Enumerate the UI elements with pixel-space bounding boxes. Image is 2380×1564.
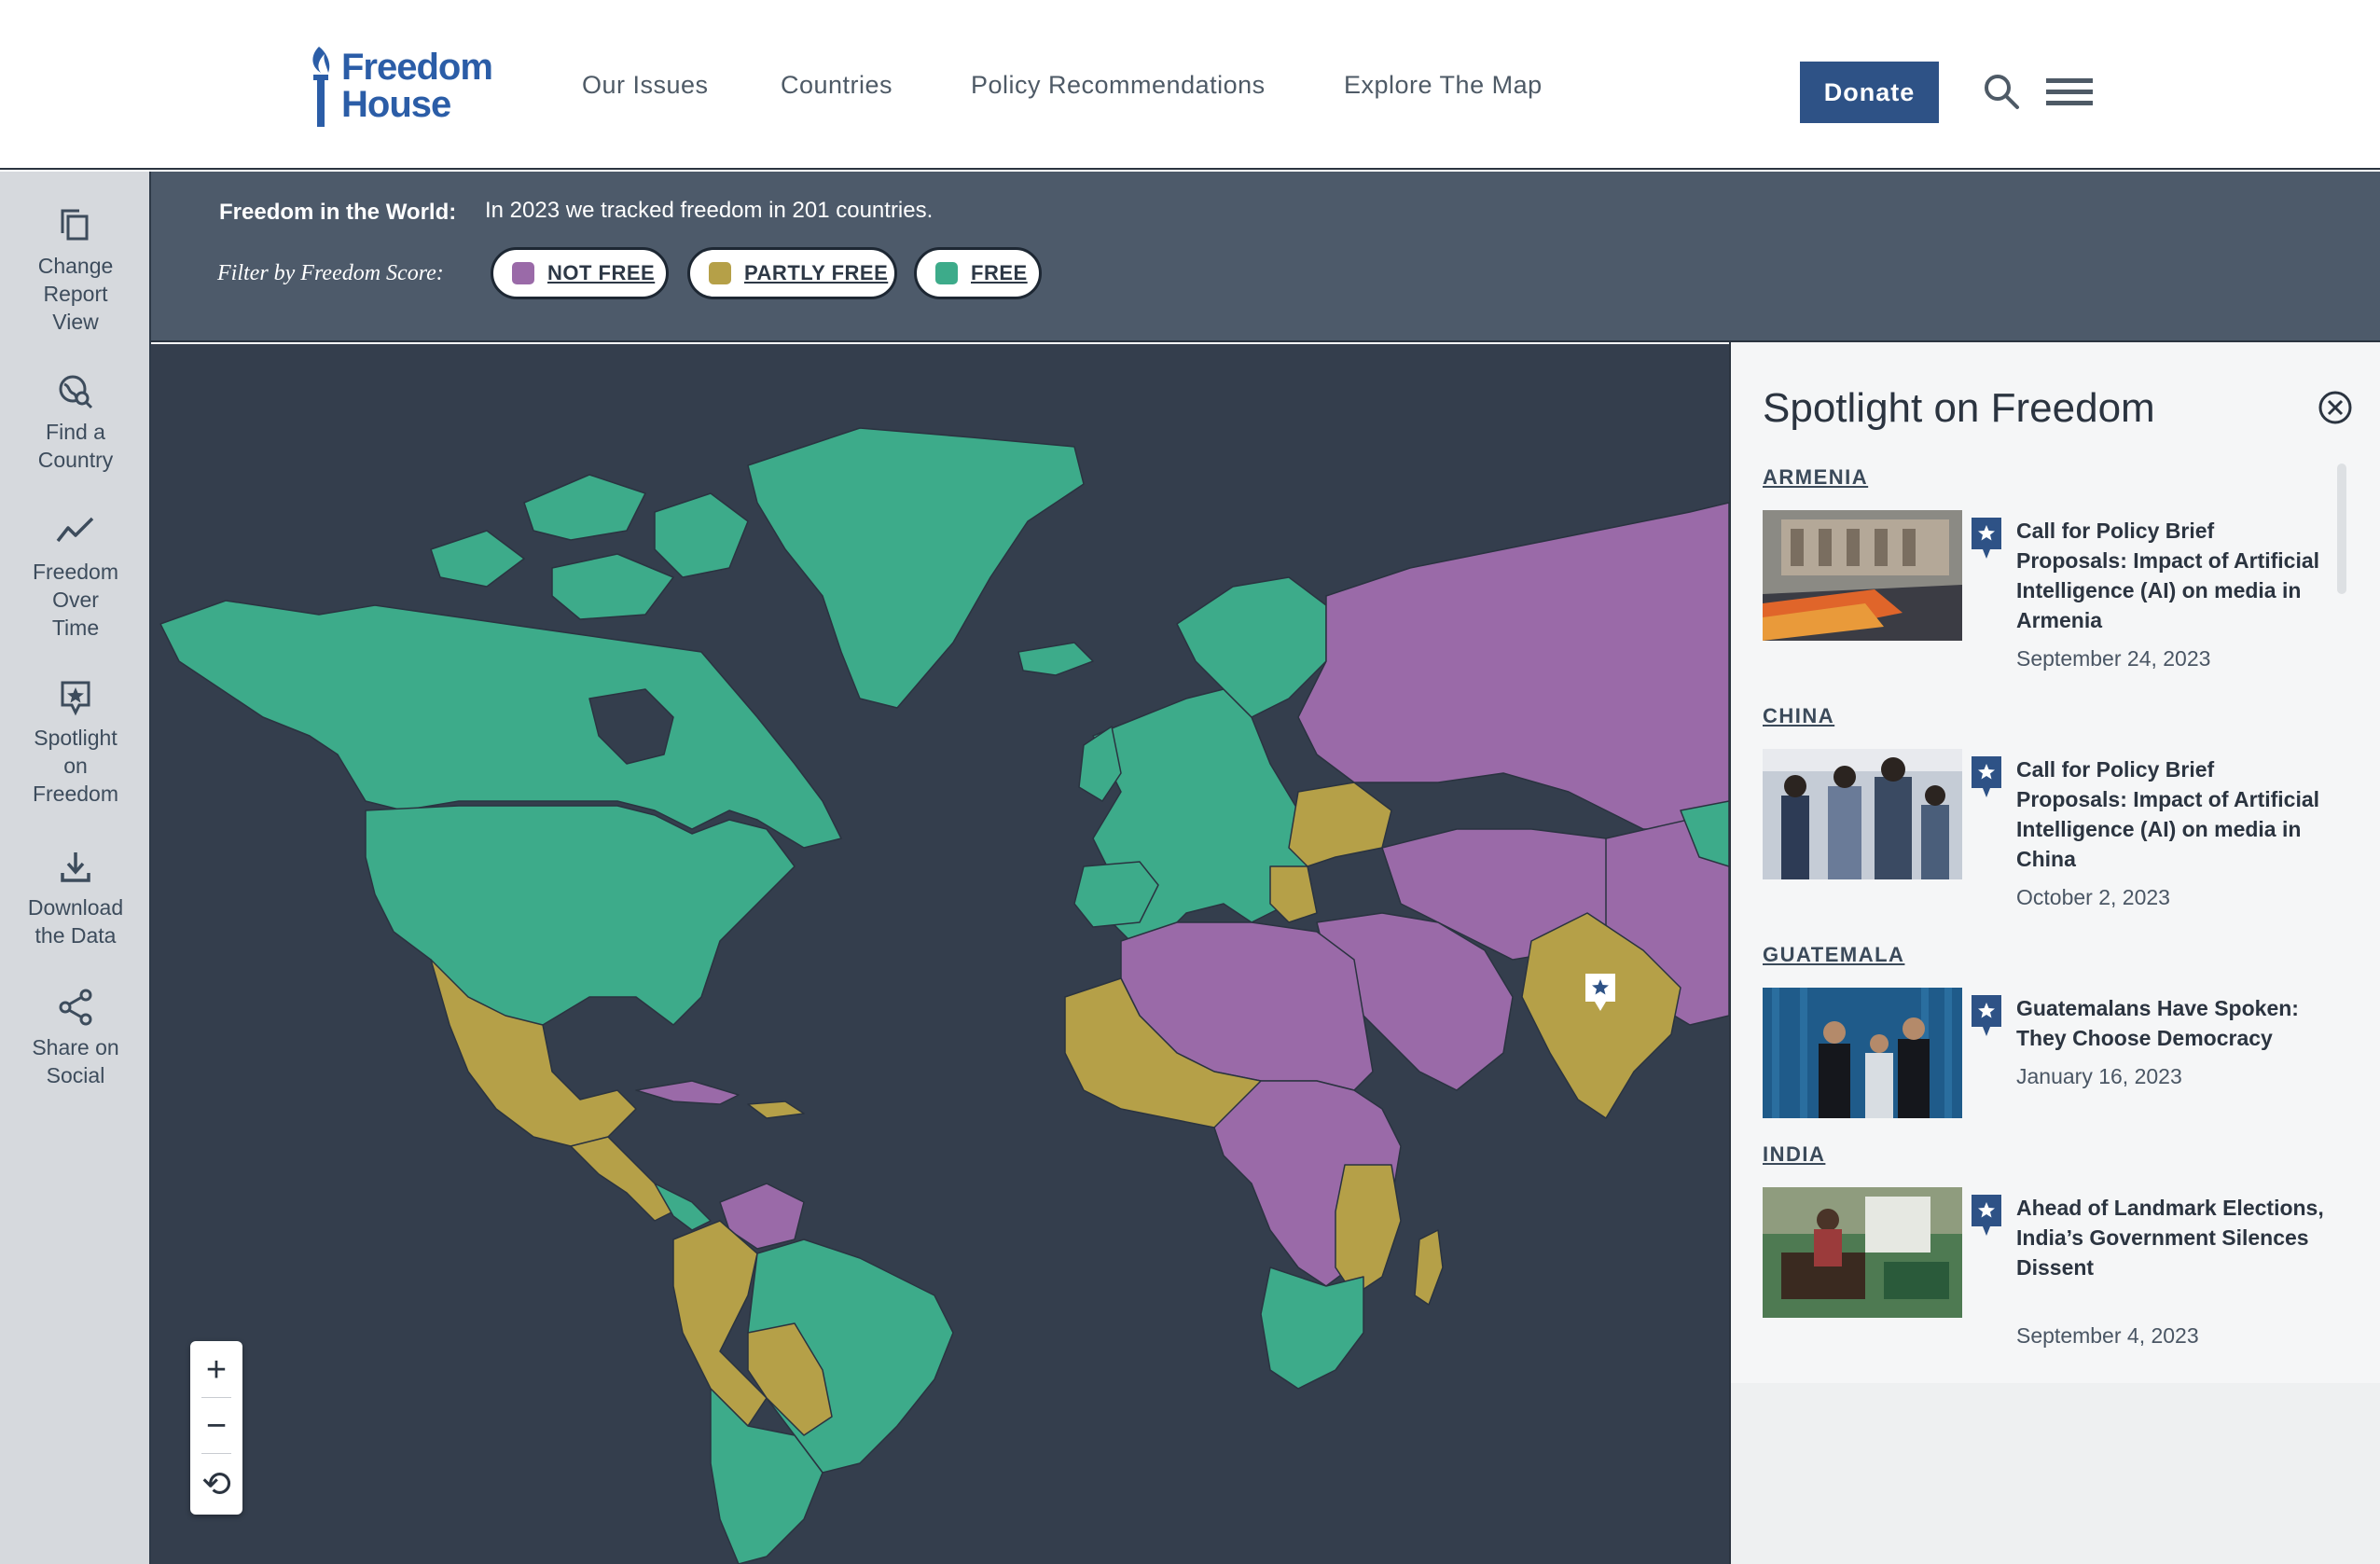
world-map-svg[interactable] <box>151 344 1729 1564</box>
tool-label: Spotlight on Freedom <box>32 726 119 806</box>
freedom-house-logo[interactable]: Freedom House <box>306 43 511 132</box>
spotlight-article-title[interactable]: Call for Policy Brief Proposals: Impact … <box>2016 516 2324 635</box>
panel-footer-area <box>1731 1383 2380 1564</box>
region-southern-africa[interactable] <box>1260 1266 1364 1390</box>
partly-free-swatch <box>709 262 731 284</box>
copy-pages-icon <box>61 209 89 241</box>
region-usa[interactable] <box>365 805 796 1026</box>
spotlight-country-india[interactable]: INDIA <box>1763 1142 1825 1167</box>
zoom-in-button[interactable]: + <box>190 1343 242 1397</box>
freedom-over-time-button[interactable]: Freedom Over Time <box>0 513 151 642</box>
region-caribbean[interactable] <box>747 1100 805 1119</box>
filter-label: Filter by Freedom Score: <box>217 261 444 285</box>
spotlight-article-title[interactable]: Call for Policy Brief Proposals: Impact … <box>2016 754 2324 874</box>
filter-bar: Freedom in the World: In 2023 we tracked… <box>151 172 2380 342</box>
share-icon <box>59 989 92 1026</box>
spotlight-star-icon <box>1972 756 2001 797</box>
pill-label: PARTLY FREE <box>744 261 889 284</box>
region-eastern-europe-partly[interactable] <box>1288 782 1392 867</box>
donate-button[interactable]: Donate <box>1800 62 1939 123</box>
armenia-photo[interactable] <box>1763 510 1962 641</box>
filter-free-button[interactable]: FREE <box>914 247 1042 299</box>
spotlight-article-title[interactable]: Ahead of Landmark Elections, India’s Gov… <box>2016 1193 2324 1282</box>
pill-label: FREE <box>971 261 1028 284</box>
close-icon[interactable] <box>2317 389 2354 426</box>
spotlight-article-title[interactable]: Guatemalans Have Spoken: They Choose Dem… <box>2016 993 2324 1053</box>
spotlight-article-date: January 16, 2023 <box>2016 1064 2182 1088</box>
find-a-country-button[interactable]: Find a Country <box>0 373 151 474</box>
spotlight-country-armenia[interactable]: ARMENIA <box>1763 465 1868 490</box>
spotlight-article-date: September 24, 2023 <box>2016 646 2211 671</box>
nav-explore-the-map[interactable]: Explore The Map <box>1344 71 1543 100</box>
spotlight-title: Spotlight on Freedom <box>1763 385 2155 431</box>
filter-partly-free-button[interactable]: PARTLY FREE <box>687 247 897 299</box>
download-icon <box>61 852 90 882</box>
nav-our-issues[interactable]: Our Issues <box>582 71 709 100</box>
region-east-africa-partly[interactable] <box>1335 1164 1402 1296</box>
spotlight-country-china[interactable]: CHINA <box>1763 704 1834 728</box>
region-arctic-islands-2[interactable] <box>654 492 749 578</box>
share-on-social-button[interactable]: Share on Social <box>0 989 151 1089</box>
china-photo[interactable] <box>1763 749 1962 879</box>
pill-label: NOT FREE <box>547 261 656 284</box>
not-free-swatch <box>512 262 534 284</box>
reset-view-button[interactable]: ⟲ <box>190 1457 242 1511</box>
download-the-data-button[interactable]: Download the Data <box>0 849 151 949</box>
spotlight-star-icon <box>61 681 90 716</box>
tool-label: Find a Country <box>37 420 114 472</box>
region-iceland[interactable] <box>1017 642 1094 676</box>
region-balkans[interactable] <box>1269 865 1318 923</box>
tool-label: Change Report View <box>37 254 114 334</box>
logo-line-2: House <box>341 84 451 125</box>
zoom-divider <box>201 1397 231 1398</box>
tool-label: Share on Social <box>32 1035 119 1087</box>
globe-search-icon <box>59 375 93 409</box>
change-report-view-button[interactable]: Change Report View <box>0 207 151 336</box>
tool-label: Freedom Over Time <box>32 560 119 640</box>
tool-label: Download the Data <box>27 895 124 948</box>
trend-line-icon <box>56 517 94 543</box>
site-header: Freedom House Our Issues Countries Polic… <box>0 0 2380 170</box>
free-swatch <box>935 262 958 284</box>
tool-sidebar: Change Report View Find a Country Freedo… <box>0 172 151 1564</box>
spotlight-country-guatemala[interactable]: GUATEMALA <box>1763 943 1904 967</box>
region-central-america[interactable] <box>570 1136 674 1222</box>
region-cuba[interactable] <box>635 1080 740 1105</box>
region-arctic-islands-1[interactable] <box>523 474 646 541</box>
torch-icon <box>312 47 330 127</box>
spotlight-star-icon <box>1972 995 2001 1036</box>
panel-scrollbar[interactable] <box>2337 464 2346 594</box>
nav-policy-recommendations[interactable]: Policy Recommendations <box>971 71 1266 100</box>
spotlight-panel: Spotlight on Freedom ARMENIA Call for Po… <box>1729 342 2380 1564</box>
region-arctic-islands-4[interactable] <box>551 553 674 620</box>
hamburger-menu-icon[interactable] <box>2046 78 2093 106</box>
spotlight-article-date: September 4, 2023 <box>2016 1323 2199 1348</box>
spotlight-on-freedom-button[interactable]: Spotlight on Freedom <box>0 679 151 808</box>
spotlight-star-icon <box>1972 1195 2001 1236</box>
region-madagascar[interactable] <box>1414 1229 1444 1306</box>
logo-line-1: Freedom <box>341 47 493 88</box>
zoom-out-button[interactable]: − <box>190 1399 242 1453</box>
spotlight-star-icon <box>1972 518 2001 559</box>
india-photo[interactable] <box>1763 1187 1962 1318</box>
region-arctic-islands-3[interactable] <box>430 530 525 588</box>
guatemala-photo[interactable] <box>1763 988 1962 1118</box>
world-map[interactable] <box>151 344 1729 1564</box>
filter-not-free-button[interactable]: NOT FREE <box>491 247 669 299</box>
nav-countries[interactable]: Countries <box>781 71 892 100</box>
freedom-in-world-summary: In 2023 we tracked freedom in 201 countr… <box>485 198 934 223</box>
freedom-in-world-title: Freedom in the World: <box>219 200 457 225</box>
region-russia[interactable] <box>1297 502 1729 830</box>
spotlight-article-date: October 2, 2023 <box>2016 885 2170 909</box>
map-zoom-controls: + − ⟲ <box>190 1341 242 1515</box>
search-icon[interactable] <box>1983 73 2020 110</box>
zoom-divider <box>201 1453 231 1454</box>
